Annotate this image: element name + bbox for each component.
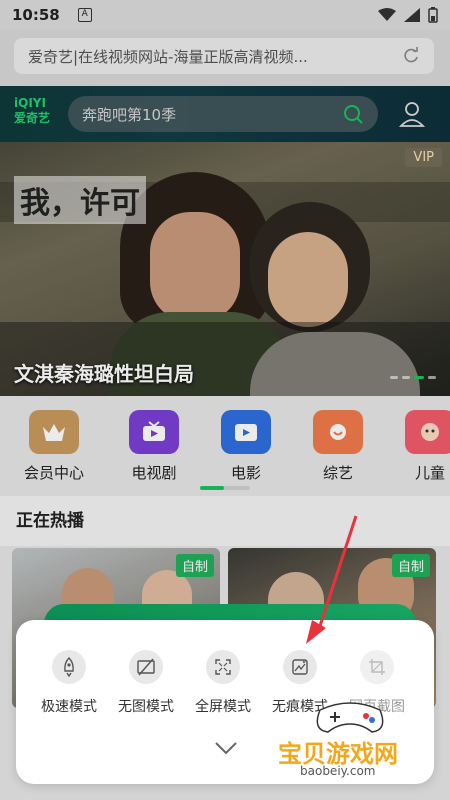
rocket-icon (52, 650, 86, 684)
category-tv-series[interactable]: 电视剧 (112, 410, 196, 483)
category-label: 综艺 (322, 464, 353, 482)
original-badge: 自制 (175, 554, 214, 577)
url-title: 爱奇艺|在线视频网站-海量正版高清视频... (28, 47, 308, 66)
variety-mic-icon (313, 410, 363, 454)
category-variety[interactable]: 综艺 (296, 410, 380, 483)
watermark-url: baobeiy.com (300, 764, 376, 778)
category-kids[interactable]: 儿童 (388, 410, 450, 483)
section-title: 正在热播 (16, 511, 84, 531)
category-nav: 会员中心 电视剧 电影 综艺 儿童 (0, 396, 450, 496)
iqiyi-logo[interactable]: iQIYI 爱奇艺 (14, 96, 56, 130)
chevron-down-icon[interactable] (214, 740, 238, 756)
mode-label: 极速模式 (41, 699, 97, 715)
no-image-mode-button[interactable]: 无图模式 (107, 650, 185, 716)
no-image-icon (129, 650, 163, 684)
watermark-logo: 宝贝游戏网 baobeiy.com (270, 700, 430, 790)
category-scroll-thumb (200, 486, 224, 490)
logo-text-cn: 爱奇艺 (14, 111, 51, 125)
status-time: 10:58 (12, 6, 60, 24)
category-label: 电影 (230, 464, 261, 482)
kids-face-icon (405, 410, 450, 454)
tv-icon (129, 410, 179, 454)
user-icon[interactable] (398, 100, 426, 128)
category-scroll-indicator (200, 486, 250, 490)
carousel-dot (402, 376, 410, 379)
refresh-icon[interactable] (402, 47, 420, 65)
banner-caption: 文淇秦海璐性坦白局 (14, 362, 194, 386)
carousel-dot (390, 376, 398, 379)
notification-icon: A (77, 8, 92, 22)
category-label: 儿童 (414, 464, 445, 482)
search-placeholder: 奔跑吧第10季 (82, 105, 177, 124)
logo-text-en: iQIYI (14, 96, 46, 110)
banner-figure-left-face (150, 212, 240, 322)
category-label: 电视剧 (131, 464, 177, 482)
mode-label: 无图模式 (118, 699, 174, 715)
browser-toolbar: 爱奇艺|在线视频网站-海量正版高清视频... (0, 30, 450, 86)
speed-mode-button[interactable]: 极速模式 (30, 650, 108, 716)
category-vip-center[interactable]: 会员中心 (12, 410, 96, 483)
category-movies[interactable]: 电影 (204, 410, 288, 483)
carousel-indicator (390, 376, 436, 379)
mode-label: 全屏模式 (195, 699, 251, 715)
vip-crown-icon (29, 410, 79, 454)
crop-icon (360, 650, 394, 684)
original-badge: 自制 (391, 554, 430, 577)
vip-badge: VIP (405, 148, 442, 167)
status-bar: 10:58 A (0, 0, 450, 30)
search-box[interactable]: 奔跑吧第10季 (68, 96, 378, 132)
url-field[interactable]: 爱奇艺|在线视频网站-海量正版高清视频... (14, 38, 434, 74)
fullscreen-mode-button[interactable]: 全屏模式 (184, 650, 262, 716)
incognito-icon (283, 650, 317, 684)
search-icon[interactable] (342, 103, 364, 125)
banner-figure-right-face (268, 232, 348, 327)
carousel-dot (428, 376, 436, 379)
movie-icon (221, 410, 271, 454)
poster-title: 我，许可 (14, 176, 146, 224)
hero-banner[interactable]: 我，许可 VIP 文淇秦海璐性坦白局 (0, 142, 450, 396)
category-label: 会员中心 (23, 464, 84, 482)
wifi-icon (378, 8, 396, 21)
site-header: iQIYI 爱奇艺 奔跑吧第10季 (0, 86, 450, 142)
battery-icon (428, 7, 438, 23)
carousel-dot-active (414, 376, 424, 379)
signal-icon (404, 8, 420, 22)
fullscreen-icon (206, 650, 240, 684)
